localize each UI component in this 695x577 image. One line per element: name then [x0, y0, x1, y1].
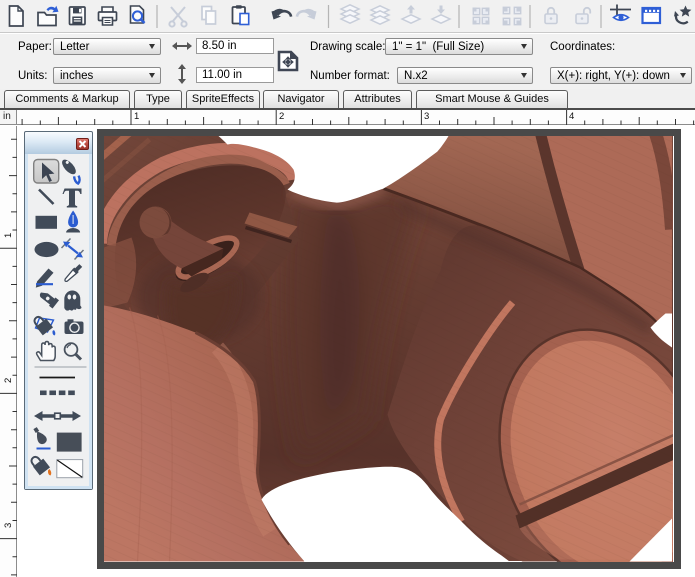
- svg-text:4: 4: [569, 111, 574, 122]
- svg-text:3: 3: [424, 111, 429, 122]
- svg-text:1: 1: [134, 111, 139, 122]
- svg-text:3: 3: [3, 523, 14, 528]
- svg-text:2: 2: [279, 111, 284, 122]
- svg-text:1: 1: [3, 233, 14, 238]
- svg-text:2: 2: [3, 378, 14, 383]
